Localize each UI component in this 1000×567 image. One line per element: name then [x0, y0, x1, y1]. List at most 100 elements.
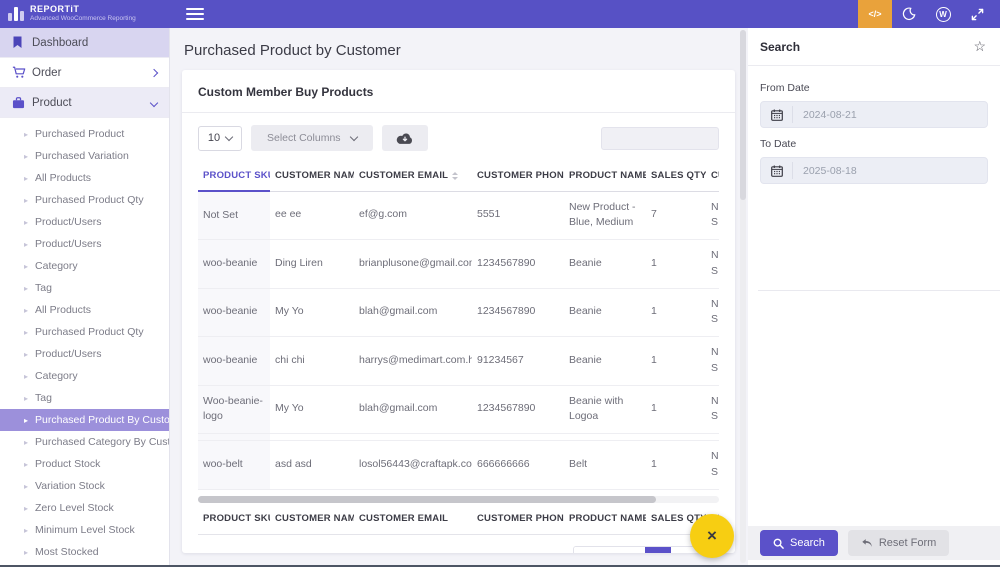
sidebar-item-product[interactable]: Product — [0, 88, 169, 118]
scrollbar-thumb[interactable] — [740, 30, 746, 200]
to-date-field[interactable] — [760, 157, 988, 184]
table-cell: Woo-beanie-logo — [198, 385, 270, 434]
table-footer-row: PRODUCT SKU CUSTOMER NAME CUSTOMER EMAIL CU… — [198, 502, 719, 535]
sidebar-subitem[interactable]: ▸ Product Stock — [0, 453, 169, 475]
sidebar-item-order[interactable]: Order — [0, 58, 169, 88]
table-row[interactable]: woo-beanie chi chi harrys@medimart.com.hk 9… — [198, 336, 719, 386]
column-header[interactable]: CUSTOMER PHONE — [472, 161, 564, 192]
sidebar-subitem[interactable]: ▸ Purchased Variation — [0, 145, 169, 167]
table-cell: Not S — [706, 440, 719, 490]
caret-icon: ▸ — [24, 261, 29, 271]
sidebar-subitem[interactable]: ▸ Category — [0, 255, 169, 277]
table-row[interactable]: woo-beanie My Yo blah@gmail.com 1234567890 B… — [198, 288, 719, 337]
table-cell: losol56443@craftapk.com — [354, 440, 472, 490]
sidebar-subitem[interactable]: ▸ Category — [0, 365, 169, 387]
chevron-down-icon — [349, 132, 358, 142]
table-row[interactable]: Woo-beanie-logo My Yo blah@gmail.com 123456… — [198, 385, 719, 434]
sidebar-subitem[interactable]: ▸ Purchased Category By Custo.. — [0, 431, 169, 453]
table-cell — [270, 433, 354, 441]
page-length-select[interactable]: 10 — [198, 125, 242, 151]
table-cell: Not Set — [198, 191, 270, 240]
search-panel: Search ☆ From Date To Date Search Reset … — [748, 28, 1000, 567]
sidebar-subitem-label: Product/Users — [35, 238, 102, 250]
table-cell: Beanie — [564, 288, 646, 337]
menu-toggle-icon[interactable] — [186, 5, 204, 23]
briefcase-icon — [12, 96, 32, 109]
reset-button-label: Reset Form — [878, 537, 937, 549]
vertical-scrollbar[interactable] — [740, 30, 746, 563]
sidebar-subitem[interactable]: ▸ Minimum Level Stock — [0, 519, 169, 541]
column-header-label: PRODUCT NAME — [569, 170, 646, 182]
sidebar-subitem[interactable]: ▸ Zero Level Stock — [0, 497, 169, 519]
wordpress-icon: W — [935, 6, 951, 22]
sidebar-subitem[interactable]: ▸ Tag — [0, 277, 169, 299]
sidebar-subitem-label: Purchased Category By Custo.. — [35, 436, 169, 448]
column-header[interactable]: CUSTOMER EMAIL — [354, 161, 472, 192]
close-fab-button[interactable]: × — [690, 514, 734, 558]
table-cell: 91234567 — [472, 336, 564, 386]
table-cell: New Product - Blue, Medium — [564, 191, 646, 240]
reset-form-button[interactable]: Reset Form — [847, 530, 950, 556]
export-button[interactable] — [381, 125, 428, 151]
fullscreen-button[interactable] — [960, 0, 994, 28]
wordpress-button[interactable]: W — [926, 0, 960, 28]
column-header: PRODUCT SKU — [198, 502, 270, 535]
horizontal-scrollbar[interactable] — [198, 495, 719, 503]
column-header-label: CUSTOMER PHONE — [477, 170, 564, 182]
caret-icon: ▸ — [24, 239, 29, 249]
sidebar-subitem[interactable]: ▸ Variation Stock — [0, 475, 169, 497]
table-cell: woo-beanie — [198, 336, 270, 386]
column-header[interactable]: CUR — [706, 161, 719, 192]
from-date-input[interactable] — [793, 108, 953, 121]
pagination-previous[interactable]: PREVIOUS — [574, 546, 646, 553]
table-cell: chi chi — [270, 336, 354, 386]
table-row[interactable]: woo-beanie Ding Liren brianplusone@gmail.c… — [198, 239, 719, 289]
table-search-input[interactable] — [601, 126, 719, 150]
shortcode-button[interactable]: </> — [858, 0, 892, 28]
sidebar-item-dashboard[interactable]: Dashboard — [0, 28, 169, 58]
sidebar-subitem[interactable]: ▸ Tag — [0, 387, 169, 409]
brand-logo[interactable]: REPORTiT Advanced WooCommerce Reporting — [0, 0, 170, 28]
caret-icon: ▸ — [24, 217, 29, 227]
to-date-input[interactable] — [793, 164, 953, 177]
search-button[interactable]: Search — [760, 530, 838, 556]
pagination-page-1[interactable]: 1 — [645, 546, 671, 553]
table-cell: Not S — [706, 336, 719, 386]
table-row[interactable]: Not Set ee ee ef@g.com 5551 New Product - Bl… — [198, 191, 719, 240]
table-cell — [646, 433, 706, 441]
table-cell: 1234567890 — [472, 288, 564, 337]
sidebar-subitem[interactable]: ▸ Purchased Product By Custom.. — [0, 409, 169, 431]
sidebar-subitem[interactable]: ▸ All Products — [0, 167, 169, 189]
dark-mode-button[interactable] — [892, 0, 926, 28]
scrollbar-thumb[interactable] — [198, 495, 657, 503]
table-info-row: SHOWING 1 TO 7 OF 7 ENTRIES PREVIOUS 1 N… — [182, 535, 735, 553]
table-footer-header: PRODUCT SKU CUSTOMER NAME CUSTOMER EMAIL CU… — [198, 502, 719, 535]
table-cell: My Yo — [270, 385, 354, 434]
table-cell — [472, 433, 564, 441]
panel-divider — [758, 290, 1000, 291]
sidebar-subitem[interactable]: ▸ Purchased Product Qty — [0, 189, 169, 211]
sidebar-subitem[interactable]: ▸ Purchased Product Qty — [0, 321, 169, 343]
column-header[interactable]: CUSTOMER NAME — [270, 161, 354, 192]
column-header[interactable]: PRODUCT NAME — [564, 161, 646, 192]
sidebar-subitem[interactable]: ▸ Product/Users — [0, 211, 169, 233]
sidebar-subitem[interactable]: ▸ Purchased Product — [0, 123, 169, 145]
select-columns-button[interactable]: Select Columns — [251, 125, 373, 151]
column-header[interactable]: SALES QTY. — [646, 161, 706, 192]
star-icon[interactable]: ☆ — [973, 38, 986, 55]
expand-icon — [971, 8, 983, 20]
column-header[interactable]: PRODUCT SKU — [198, 161, 270, 192]
page-title: Purchased Product by Customer — [184, 42, 401, 59]
table-row[interactable]: woo-belt asd asd losol56443@craftapk.com 66… — [198, 440, 719, 490]
sidebar-subitem[interactable]: ▸ All Products — [0, 299, 169, 321]
from-date-field[interactable] — [760, 101, 988, 128]
sidebar-subitem[interactable]: ▸ Most Stocked — [0, 541, 169, 563]
table-cell: Not S — [706, 239, 719, 289]
caret-icon: ▸ — [24, 327, 29, 337]
chevron-down-icon — [149, 98, 159, 107]
column-header-label: CUSTOMER EMAIL — [359, 170, 449, 182]
sidebar-subitem[interactable]: ▸ Product/Users — [0, 233, 169, 255]
sidebar-subitem[interactable]: ▸ Product/Users — [0, 343, 169, 365]
table-row[interactable] — [198, 433, 719, 441]
table-body: Not Set ee ee ef@g.com 5551 New Product - Bl… — [198, 191, 719, 490]
